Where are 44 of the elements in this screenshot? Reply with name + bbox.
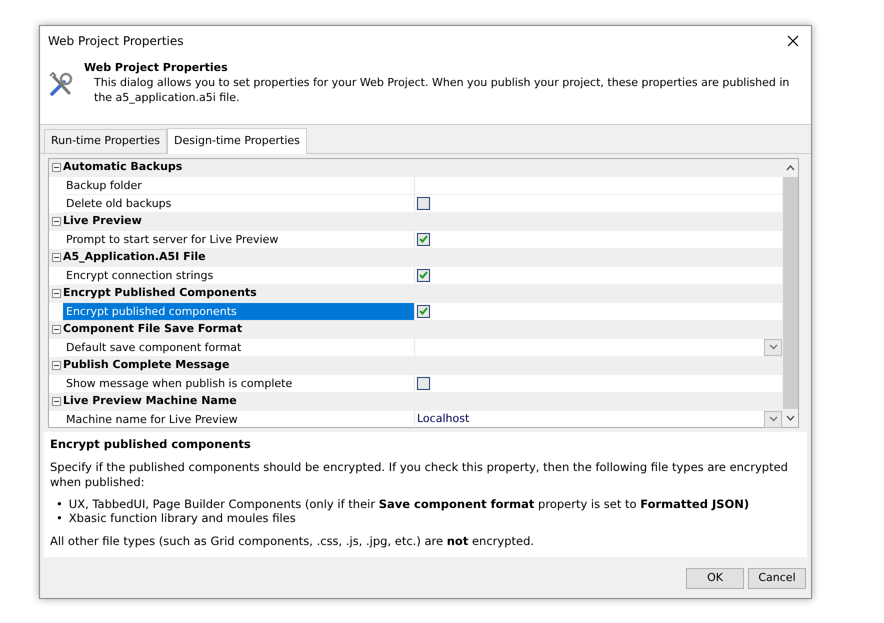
caret-icon[interactable]	[768, 416, 778, 422]
collapse-icon[interactable]	[52, 397, 60, 406]
checkbox[interactable]	[417, 268, 430, 282]
dropdown-value: Localhost	[417, 410, 470, 427]
header-description: This dialog allows you to set properties for your Web Project. When you publish your project, these properties are published in the a5_application.a5i file.	[94, 76, 790, 106]
collapse-icon[interactable]	[52, 163, 60, 172]
property-name[interactable]: Machine name for Live Preview	[63, 410, 414, 428]
category-label: Publish Complete Message	[63, 357, 230, 374]
collapse-icon[interactable]	[52, 217, 60, 226]
caret-icon[interactable]	[768, 344, 778, 350]
help-text: Specify if the published components should be encrypted. If you check this property, then the following file types are encrypted when published:	[50, 460, 789, 490]
checkbox[interactable]	[417, 376, 430, 390]
category-label: A5_Application.A5I File	[63, 249, 206, 266]
category-label: Component File Save Format	[63, 321, 242, 338]
collapse-icon[interactable]	[52, 325, 60, 334]
category-label: Live Preview	[63, 213, 142, 230]
dialog-button[interactable]: OK	[686, 568, 744, 589]
checkbox[interactable]	[417, 232, 430, 246]
tools-icon	[48, 72, 74, 98]
property-name[interactable]: Encrypt published components	[63, 302, 414, 320]
category-label: Live Preview Machine Name	[63, 393, 237, 410]
header-title: Web Project Properties	[84, 61, 229, 74]
category-label: Automatic Backups	[63, 159, 182, 176]
checkbox[interactable]	[417, 304, 430, 318]
window-title: Web Project Properties	[48, 33, 184, 50]
dropdown-button[interactable]	[764, 410, 782, 428]
tab[interactable]: Run-time Properties	[44, 129, 168, 152]
property-name[interactable]: Backup folder	[63, 176, 414, 194]
category-label: Encrypt Published Components	[63, 285, 257, 302]
bullet-item: Xbasic function library and moules files	[68, 512, 296, 526]
collapse-icon[interactable]	[52, 253, 60, 262]
collapse-icon[interactable]	[52, 289, 60, 298]
tab[interactable]: Design-time Properties	[167, 128, 307, 154]
dropdown-button[interactable]	[764, 338, 782, 356]
text-field[interactable]	[414, 176, 782, 194]
dropdown-field[interactable]: Localhost	[414, 410, 782, 428]
help-title: Encrypt published components	[50, 438, 252, 452]
collapse-icon[interactable]	[52, 361, 60, 370]
dialog-button[interactable]: Cancel	[748, 568, 806, 589]
bullet-marker: •	[56, 498, 63, 512]
bullet-item: UX, TabbedUI, Page Builder Components (only if their Save component format property is set to Formatted JSON)	[68, 498, 750, 512]
checkbox[interactable]	[417, 196, 430, 210]
bullet-marker: •	[56, 512, 63, 526]
help-text: All other file types (such as Grid components, .css, .js, .jpg, etc.) are not encrypted.	[50, 534, 536, 549]
